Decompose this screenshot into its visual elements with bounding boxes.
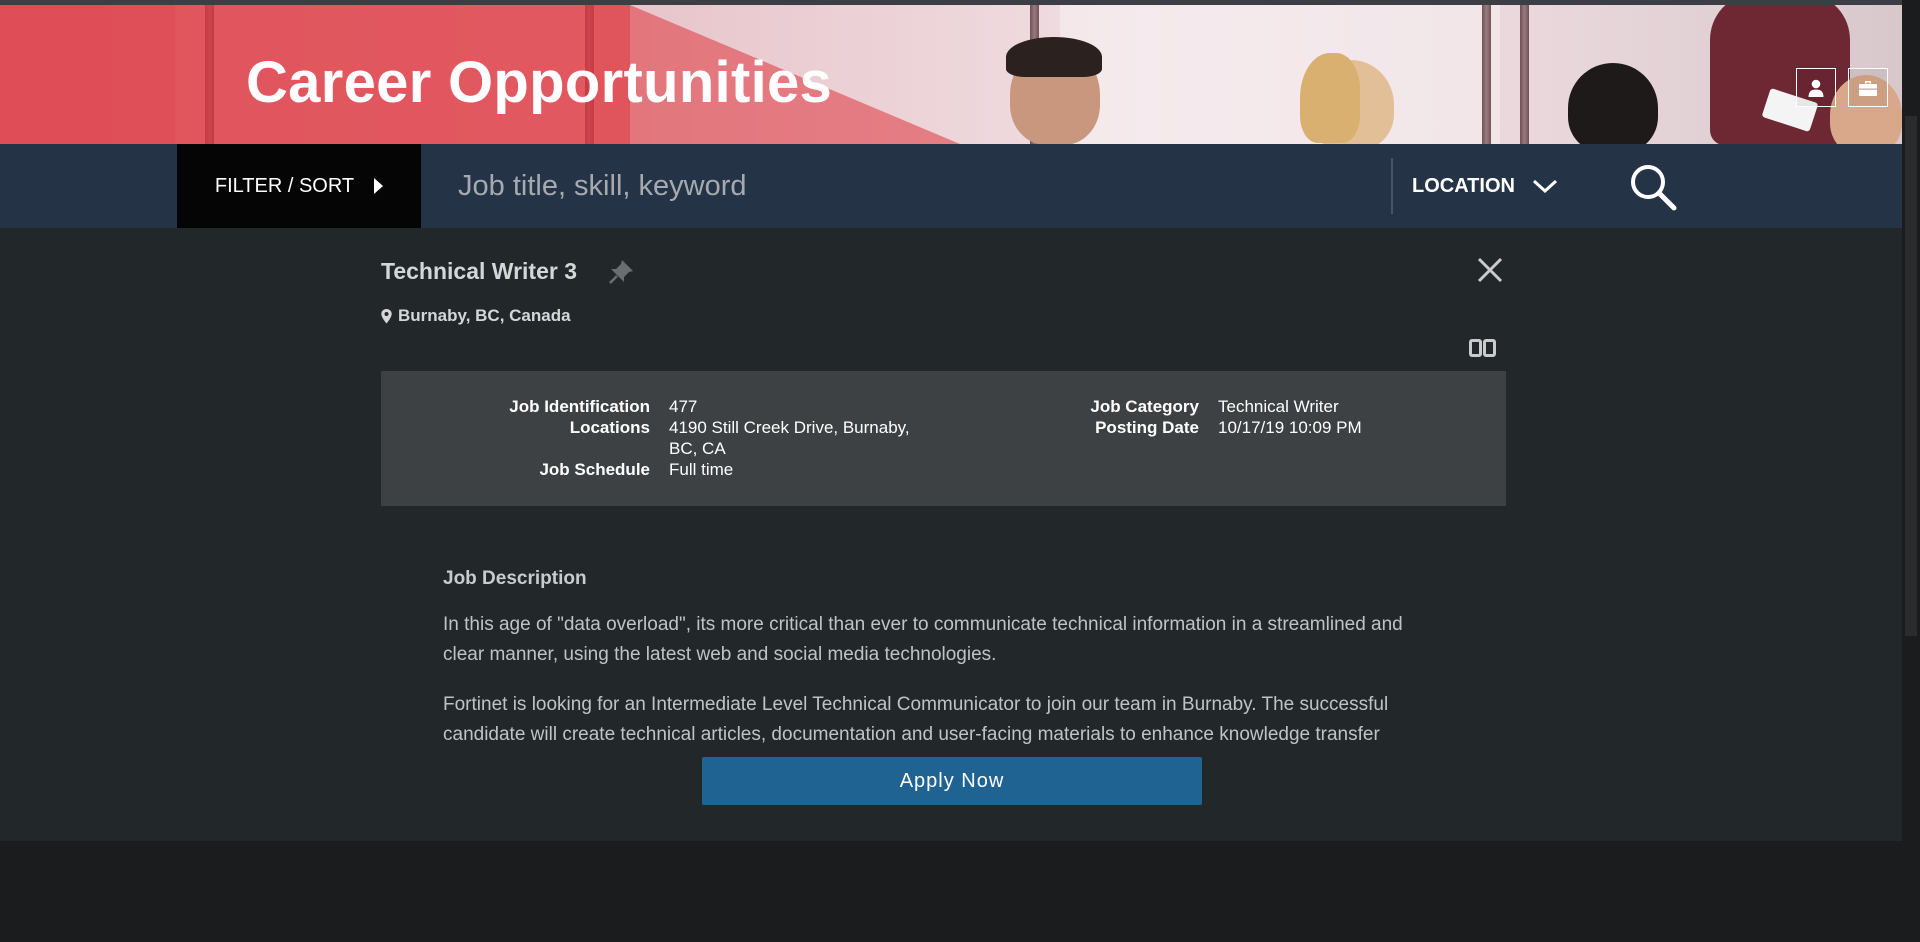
- info-label: Posting Date: [1095, 418, 1199, 437]
- close-button[interactable]: [1476, 256, 1504, 289]
- caret-right-icon: [374, 178, 384, 194]
- apply-now-button[interactable]: Apply Now: [702, 757, 1202, 805]
- scrollbar[interactable]: [1902, 0, 1920, 942]
- job-title: Technical Writer 3: [381, 258, 577, 284]
- profile-button[interactable]: [1796, 68, 1836, 107]
- info-value: Full time: [669, 460, 734, 479]
- page-title: Career Opportunities: [246, 50, 833, 115]
- filter-sort-label: FILTER / SORT: [214, 174, 355, 197]
- briefcase-icon: [1859, 80, 1877, 96]
- search-bar: FILTER / SORT LOCATION: [0, 144, 1902, 228]
- job-description-heading: Job Description: [443, 568, 587, 589]
- hero-person: [1568, 63, 1658, 144]
- search-icon: [1631, 165, 1677, 211]
- info-posting-date: Posting Date 10/17/19 10:09 PM: [381, 417, 1449, 438]
- hero-person-hair: [1300, 53, 1360, 143]
- job-location: Burnaby, BC, Canada: [381, 306, 571, 326]
- info-job-schedule: Job Schedule Full time: [381, 459, 940, 480]
- hero-person-hair: [1006, 37, 1102, 77]
- job-description-body[interactable]: In this age of "data overload", its more…: [443, 610, 1443, 745]
- hero-window-pane: [1060, 5, 1500, 144]
- toggle-layout-button[interactable]: [1469, 339, 1497, 362]
- search-button[interactable]: [1628, 162, 1678, 212]
- job-detail-panel: [0, 228, 1902, 841]
- hero-window-frame: [1520, 5, 1529, 144]
- search-divider: [1391, 158, 1393, 214]
- chevron-down-icon: [1532, 179, 1557, 194]
- info-label: Job Category: [1090, 397, 1199, 416]
- map-pin-icon: [381, 308, 392, 323]
- job-location-text: Burnaby, BC, Canada: [398, 306, 571, 325]
- split-view-icon: [1469, 339, 1496, 357]
- job-info-box: Job Identification 477 Locations 4190 St…: [381, 371, 1506, 506]
- pin-job-button[interactable]: [607, 258, 635, 291]
- job-description-paragraph: In this age of "data overload", its more…: [443, 614, 1403, 665]
- location-dropdown[interactable]: LOCATION: [1412, 144, 1558, 228]
- close-icon: [1477, 257, 1503, 283]
- pin-icon: [609, 260, 633, 284]
- job-description-paragraph: Fortinet is looking for an Intermediate …: [443, 694, 1389, 745]
- hero-banner: Career Opportunities: [0, 5, 1902, 144]
- info-value: 10/17/19 10:09 PM: [1218, 418, 1362, 437]
- info-label: Job Schedule: [539, 460, 650, 479]
- filter-sort-button[interactable]: FILTER / SORT: [177, 144, 421, 228]
- user-icon: [1808, 79, 1824, 97]
- hero-window-frame: [1482, 5, 1491, 144]
- job-cart-button[interactable]: [1848, 68, 1888, 107]
- info-job-category: Job Category Technical Writer: [381, 396, 1449, 417]
- location-label: LOCATION: [1412, 174, 1515, 197]
- keyword-search-input[interactable]: [421, 144, 1391, 228]
- info-value: Technical Writer: [1218, 397, 1339, 416]
- scrollbar-thumb[interactable]: [1905, 116, 1917, 636]
